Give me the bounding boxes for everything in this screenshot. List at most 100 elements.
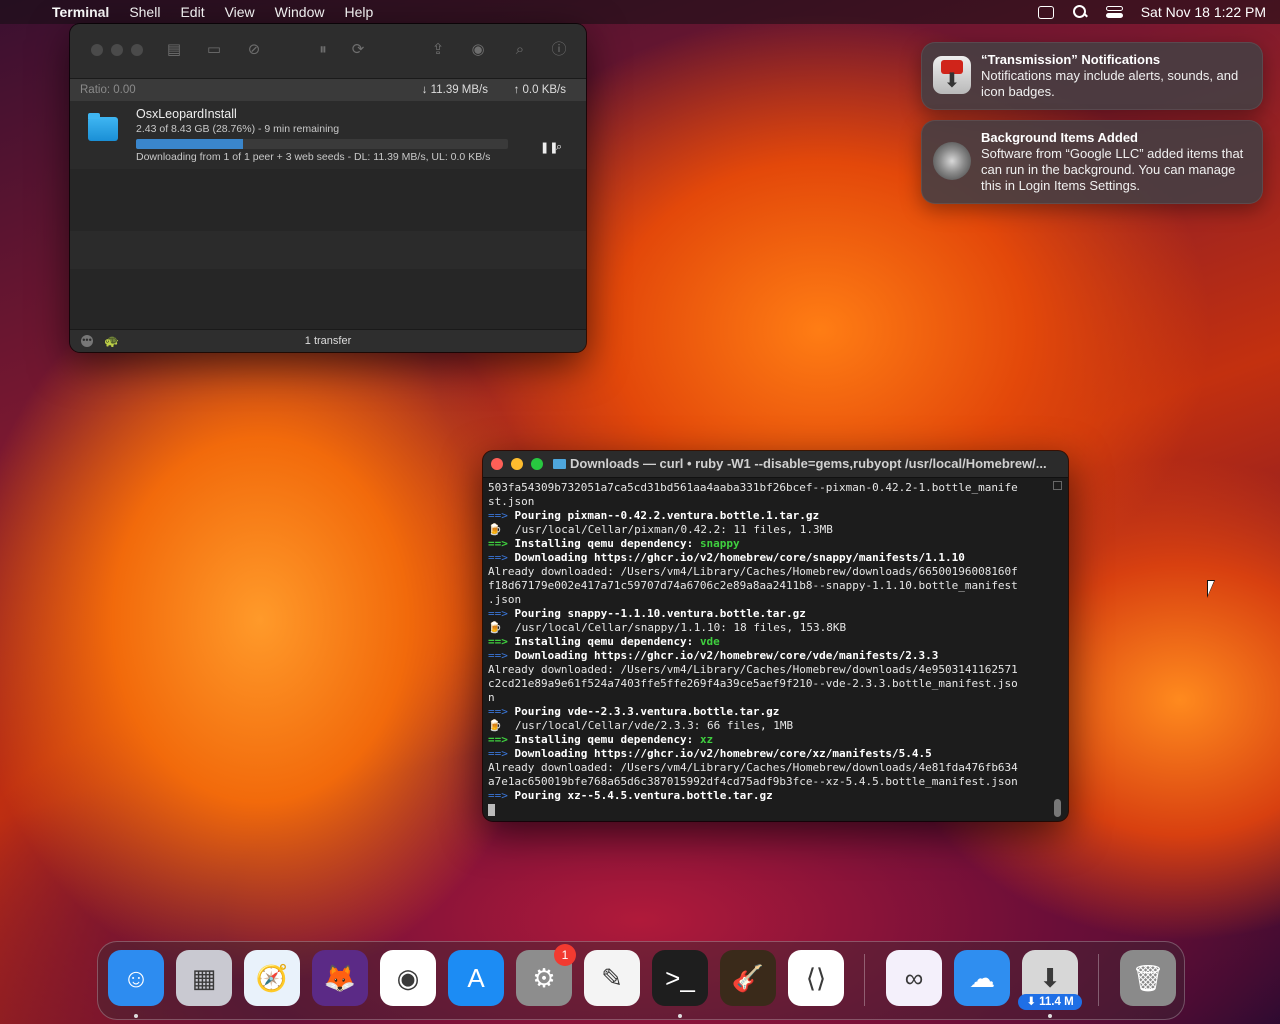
terminal-line: ==> Pouring snappy--1.1.10.ventura.bottl… bbox=[488, 607, 1051, 621]
app-menu-terminal[interactable]: Terminal bbox=[52, 4, 109, 20]
terminal-text: st.json bbox=[488, 495, 535, 508]
terminal-text: 🍺 /usr/local/Cellar/snappy/1.1.10: 18 fi… bbox=[488, 621, 847, 634]
terminal-text: Pouring pixman--0.42.2.ventura.bottle.1.… bbox=[507, 509, 820, 522]
chrome-glyph: ◉ bbox=[396, 963, 420, 993]
reveal-in-finder-icon[interactable]: ⌕ bbox=[556, 141, 562, 154]
torrent-progress-bar bbox=[136, 139, 508, 149]
torrent-row[interactable]: OsxLeopardInstall 2.43 of 8.43 GB (28.76… bbox=[70, 101, 586, 169]
pause-all-icon[interactable]: ⏸ bbox=[313, 40, 333, 60]
terminal-line: ==> Installing qemu dependency: xz bbox=[488, 733, 1051, 747]
terminal-text: Downloading https://ghcr.io/v2/homebrew/… bbox=[507, 747, 932, 760]
firefox-icon[interactable]: 🦊 bbox=[312, 950, 368, 1006]
menu-help[interactable]: Help bbox=[344, 4, 373, 20]
terminal-text: ==> bbox=[488, 747, 508, 760]
terminal-line: Already downloaded: /Users/vm4/Library/C… bbox=[488, 565, 1051, 579]
empty-row bbox=[70, 231, 586, 269]
trash-icon[interactable]: 🗑 bbox=[1120, 950, 1176, 1006]
stage-manager-icon[interactable] bbox=[1037, 5, 1054, 19]
terminal-text: ==> bbox=[488, 607, 508, 620]
zoom-button[interactable] bbox=[131, 44, 143, 56]
terminal-text: ==> bbox=[488, 649, 508, 662]
terminal-text: c2cd21e89a9e61f524a7403ffe5ffe269f4a39ce… bbox=[488, 677, 1018, 690]
minimize-button[interactable] bbox=[111, 44, 123, 56]
minimize-button[interactable] bbox=[511, 458, 523, 470]
scrollbar-thumb[interactable] bbox=[1054, 799, 1061, 817]
terminal-text: ==> bbox=[488, 733, 508, 746]
ratio-label[interactable]: Ratio: 0.00 bbox=[80, 84, 136, 96]
textedit-glyph: ✎ bbox=[601, 963, 623, 993]
open-torrent-file-icon[interactable]: ▤ bbox=[164, 40, 184, 60]
transmission-footer: ••• 🐢 1 transfer bbox=[70, 329, 586, 352]
terminal-text: n bbox=[488, 691, 495, 704]
open-folder-icon[interactable]: ▭ bbox=[204, 40, 224, 60]
notification-transmission[interactable]: “Transmission” Notifications Notificatio… bbox=[921, 42, 1263, 110]
running-indicator bbox=[134, 1014, 138, 1018]
zoom-button[interactable] bbox=[531, 458, 543, 470]
menu-edit[interactable]: Edit bbox=[180, 4, 204, 20]
chrome-icon[interactable]: ◉ bbox=[380, 950, 436, 1006]
app-store-icon[interactable]: A bbox=[448, 950, 504, 1006]
control-center-icon[interactable] bbox=[1105, 6, 1123, 18]
notification-body: Software from “Google LLC” added items t… bbox=[981, 146, 1244, 193]
terminal-text: vde bbox=[699, 635, 720, 648]
terminal-line: 🍺 /usr/local/Cellar/vde/2.3.3: 66 files,… bbox=[488, 719, 1051, 733]
close-button[interactable] bbox=[91, 44, 103, 56]
action-menu-icon[interactable]: ••• bbox=[81, 335, 93, 347]
notification-title: Background Items Added bbox=[981, 130, 1138, 145]
visual-studio-icon[interactable]: ∞ bbox=[886, 950, 942, 1006]
terminal-line: Already downloaded: /Users/vm4/Library/C… bbox=[488, 663, 1051, 677]
terminal-line: 🍺 /usr/local/Cellar/snappy/1.1.10: 18 fi… bbox=[488, 621, 1051, 635]
terminal-text: .json bbox=[488, 593, 522, 606]
garageband-icon[interactable]: 🎸 bbox=[720, 950, 776, 1006]
safari-icon[interactable]: 🧭 bbox=[244, 950, 300, 1006]
transmission-icon[interactable]: ⬇ ⬇ 11.4 M bbox=[1018, 950, 1082, 1010]
terminal-text: ==> bbox=[488, 551, 508, 564]
app-store-glyph: A bbox=[467, 963, 485, 993]
terminal-line: .json bbox=[488, 593, 1051, 607]
menu-shell[interactable]: Shell bbox=[129, 4, 160, 20]
menu-window[interactable]: Window bbox=[275, 4, 325, 20]
share-icon[interactable]: ⇪ bbox=[428, 40, 448, 60]
weather-icon[interactable]: ☁ bbox=[954, 950, 1010, 1006]
terminal-icon[interactable]: >_ bbox=[652, 950, 708, 1006]
transmission-toolbar: ▤ ▭ ⊘ ⏸ ⟳ ⇪ ◉ ⌕ ⓘ bbox=[70, 24, 586, 79]
textedit-icon[interactable]: ✎ bbox=[584, 950, 640, 1006]
notification-badge: 1 bbox=[554, 944, 576, 966]
terminal-line: ==> Downloading https://ghcr.io/v2/homeb… bbox=[488, 551, 1051, 565]
terminal-text: Downloading https://ghcr.io/v2/homebrew/… bbox=[507, 649, 939, 662]
menu-view[interactable]: View bbox=[225, 4, 255, 20]
terminal-text: Installing qemu dependency: bbox=[507, 537, 700, 550]
close-button[interactable] bbox=[491, 458, 503, 470]
system-settings-icon[interactable]: ⚙ 1 bbox=[516, 944, 576, 1006]
remove-transfer-icon[interactable]: ⊘ bbox=[244, 40, 264, 60]
terminal-line: a7e1ac650019bfe768a65d6c387015992df4cd75… bbox=[488, 775, 1051, 789]
terminal-text: f18d67179e002e417a71c59707d74a6706c2e89a… bbox=[488, 579, 1018, 592]
transfer-count: 1 transfer bbox=[304, 335, 352, 347]
speed-limit-turtle-icon[interactable]: 🐢 bbox=[104, 330, 119, 352]
terminal-scrollbar[interactable] bbox=[1053, 481, 1062, 817]
vscode-icon[interactable]: ⟨⟩ bbox=[788, 950, 844, 1006]
terminal-line: f18d67179e002e417a71c59707d74a6706c2e89a… bbox=[488, 579, 1051, 593]
terminal-line: ==> Pouring xz--5.4.5.ventura.bottle.tar… bbox=[488, 789, 1051, 803]
terminal-text: ==> bbox=[488, 635, 508, 648]
notification-background-items[interactable]: Background Items Added Software from “Go… bbox=[921, 120, 1263, 204]
torrent-progress-text: 2.43 of 8.43 GB (28.76%) - 9 min remaini… bbox=[136, 123, 340, 135]
finder-glyph: ☺ bbox=[122, 963, 150, 993]
spotlight-search-icon[interactable] bbox=[1072, 5, 1088, 19]
safari-glyph: 🧭 bbox=[255, 963, 289, 993]
inspector-info-icon[interactable]: ⓘ bbox=[549, 40, 569, 60]
running-indicator bbox=[1048, 1014, 1052, 1018]
terminal-output[interactable]: 503fa54309b732051a7ca5cd31bd561aa4aaba33… bbox=[488, 481, 1051, 817]
download-speed-badge: ⬇ 11.4 M bbox=[1018, 994, 1082, 1010]
launchpad-icon[interactable]: ▦ bbox=[176, 950, 232, 1006]
finder-icon[interactable]: ☺ bbox=[108, 950, 164, 1006]
terminal-titlebar[interactable]: Downloads — curl • ruby -W1 --disable=ge… bbox=[483, 451, 1068, 478]
menubar-clock[interactable]: Sat Nov 18 1:22 PM bbox=[1141, 4, 1266, 20]
filter-search-icon[interactable]: ⌕ bbox=[510, 40, 530, 60]
folder-icon bbox=[553, 459, 566, 469]
terminal-text: Already downloaded: /Users/vm4/Library/C… bbox=[488, 663, 1018, 676]
quick-look-icon[interactable]: ◉ bbox=[468, 40, 488, 60]
torrent-name: OsxLeopardInstall bbox=[136, 107, 237, 121]
terminal-text: Already downloaded: /Users/vm4/Library/C… bbox=[488, 761, 1018, 774]
resume-all-icon[interactable]: ⟳ bbox=[348, 40, 368, 60]
